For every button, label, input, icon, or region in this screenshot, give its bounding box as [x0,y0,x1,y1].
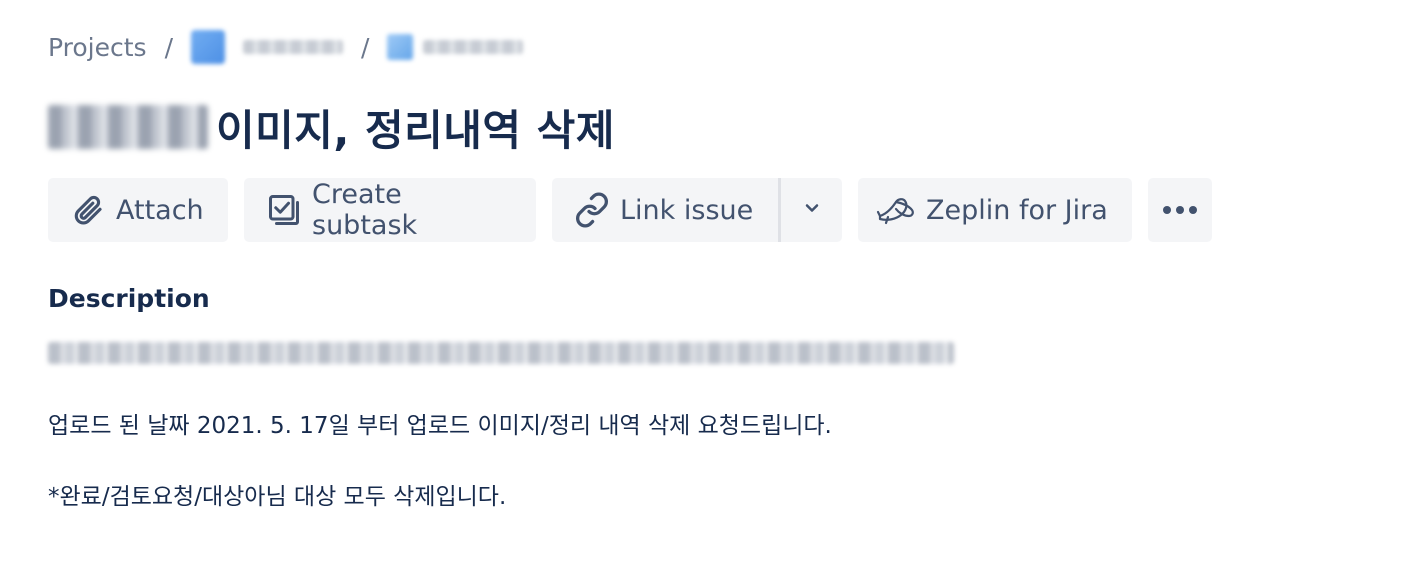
create-subtask-label: Create subtask [312,179,418,241]
attach-button[interactable]: Attach [48,178,228,242]
issue-key-redacted[interactable] [423,40,524,54]
issue-title-row[interactable]: 이미지, 정리내역 삭제 [48,96,615,158]
chevron-down-icon [802,198,822,222]
attach-label: Attach [116,194,204,226]
breadcrumb-separator: / [164,32,173,62]
description-heading: Description [48,284,210,313]
issue-title[interactable]: 이미지, 정리내역 삭제 [216,97,615,158]
create-subtask-button[interactable]: Create subtask [244,178,536,242]
link-icon [574,192,610,228]
more-icon [1160,201,1200,220]
zeplin-label: Zeplin for Jira [926,194,1108,226]
issue-toolbar: Attach Create subtask Link issue Zeplin … [48,178,1212,242]
subtask-icon [266,192,302,228]
breadcrumb: Projects / / [48,28,524,66]
paperclip-icon [70,192,106,228]
description-redacted-line [48,342,954,364]
link-issue-button[interactable]: Link issue [552,178,778,242]
link-issue-dropdown-button[interactable] [778,178,842,242]
breadcrumb-separator-2: / [361,32,370,62]
project-avatar[interactable] [191,30,225,64]
description-line-2[interactable]: *완료/검토요청/대상아님 대상 모두 삭제입니다. [48,477,506,511]
link-issue-label: Link issue [620,194,754,226]
issue-type-avatar [387,34,414,60]
title-prefix-redacted [48,105,208,149]
zeplin-for-jira-button[interactable]: Zeplin for Jira [858,178,1132,242]
more-actions-button[interactable] [1148,178,1212,242]
project-name-redacted[interactable] [243,40,343,54]
description-line-1[interactable]: 업로드 된 날짜 2021. 5. 17일 부터 업로드 이미지/정리 내역 삭… [48,406,832,440]
issue-page: Projects / / 이미지, 정리내역 삭제 Attach Create … [0,0,1402,574]
link-issue-group: Link issue [552,178,842,242]
zeplin-icon [874,192,920,228]
breadcrumb-projects-link[interactable]: Projects [48,33,147,62]
